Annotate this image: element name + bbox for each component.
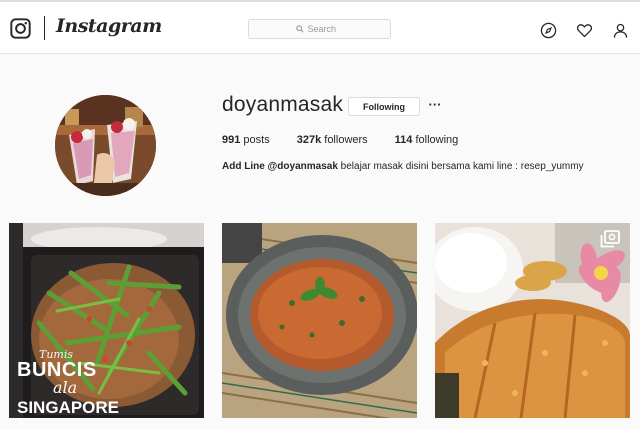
followers-stat[interactable]: 327k followers	[297, 134, 368, 146]
profile-stats: 991 posts 327k followers 114 following	[222, 134, 485, 146]
followers-count: 327k	[296, 134, 322, 146]
following-stat[interactable]: 114 following	[395, 134, 459, 146]
posts-label: posts	[240, 134, 270, 146]
post-thumbnail-2[interactable]	[222, 223, 417, 418]
post-1-caption-line2: ala	[53, 378, 78, 397]
post-thumbnail-3[interactable]	[435, 223, 630, 418]
profile-avatar[interactable]	[55, 95, 156, 196]
posts-count: 991	[222, 134, 241, 146]
person-icon[interactable]	[612, 22, 629, 39]
logo-divider	[44, 16, 45, 40]
followers-label: followers	[321, 134, 368, 146]
top-nav-bar: Instagram	[0, 2, 640, 54]
multiple-photos-icon	[600, 230, 620, 248]
post-1-caption-line3: SINGAPORE	[17, 398, 120, 417]
search-input[interactable]	[307, 24, 344, 34]
search-icon	[295, 25, 304, 33]
profile-username: doyanmasak	[222, 93, 344, 116]
posts-stat: 991 posts	[222, 134, 270, 146]
following-button[interactable]: Following	[348, 97, 420, 116]
instagram-wordmark[interactable]: Instagram	[56, 15, 162, 37]
search-box[interactable]	[248, 19, 391, 39]
more-options-button[interactable]: ···	[428, 97, 442, 113]
following-count: 114	[394, 134, 413, 146]
profile-bio: Add Line @doyanmasak belajar masak disin…	[222, 161, 584, 172]
bio-name: Add Line @doyanmasak	[222, 161, 338, 172]
compass-icon[interactable]	[540, 22, 557, 39]
bio-text: belajar masak disini bersama kami line :…	[337, 161, 584, 172]
following-label: following	[412, 134, 459, 146]
post-thumbnail-1[interactable]: Tumis BUNCIS ala SINGAPORE	[9, 223, 204, 418]
heart-icon[interactable]	[576, 22, 593, 39]
instagram-camera-icon[interactable]	[10, 18, 31, 39]
